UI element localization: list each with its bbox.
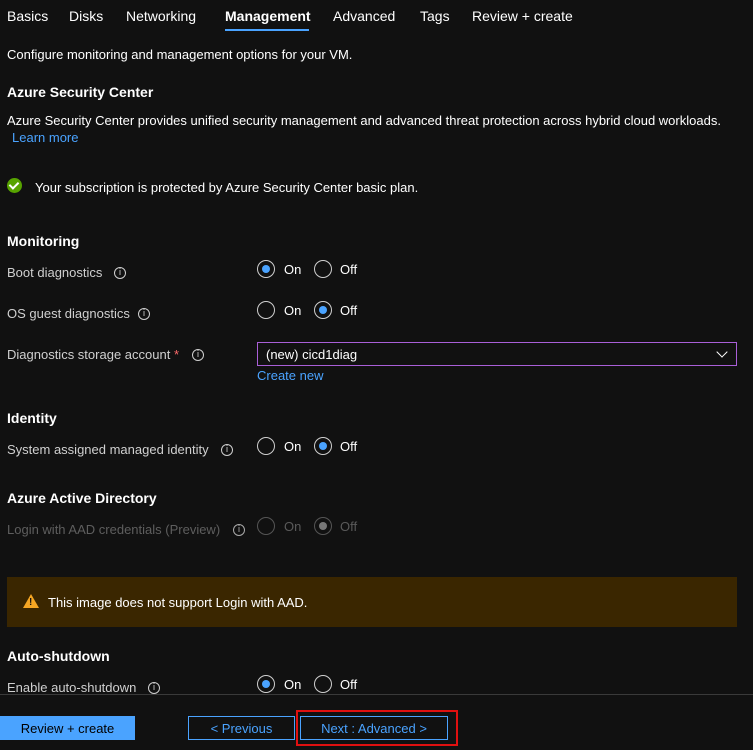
identity-on-radio[interactable]: [257, 437, 275, 455]
identity-on-label: On: [284, 439, 302, 454]
aad-off-radio: [314, 517, 332, 535]
security-status: Your subscription is protected by Azure …: [35, 180, 419, 195]
identity-off-label: Off: [340, 439, 358, 454]
os-guest-on-label: On: [284, 303, 302, 318]
os-guest-diagnostics-label: OS guest diagnostics: [7, 306, 130, 321]
create-new-link[interactable]: Create new: [257, 368, 323, 383]
storage-account-label-text: Diagnostics storage account: [7, 347, 171, 362]
tab-basics[interactable]: Basics: [7, 8, 48, 24]
warning-banner: ! This image does not support Login with…: [7, 577, 737, 627]
warning-icon: !: [23, 594, 39, 608]
auto-shutdown-label: Enable auto-shutdown: [7, 680, 137, 695]
tab-bar: Basics Disks Networking Management Advan…: [0, 0, 753, 34]
tab-advanced[interactable]: Advanced: [333, 8, 395, 24]
info-icon[interactable]: i: [233, 524, 245, 536]
storage-account-value: (new) cicd1diag: [266, 347, 358, 362]
aad-on-radio: [257, 517, 275, 535]
aad-login-label: Login with AAD credentials (Preview): [7, 522, 221, 537]
storage-account-label: Diagnostics storage account *: [7, 347, 179, 362]
tab-disks[interactable]: Disks: [69, 8, 103, 24]
auto-shutdown-on-label: On: [284, 677, 302, 692]
auto-shutdown-heading: Auto-shutdown: [7, 648, 110, 664]
success-check-icon: [7, 178, 22, 193]
identity-heading: Identity: [7, 410, 57, 426]
aad-heading: Azure Active Directory: [7, 490, 157, 506]
os-guest-off-radio[interactable]: [314, 301, 332, 319]
info-icon[interactable]: i: [148, 682, 160, 694]
aad-on-label: On: [284, 519, 302, 534]
previous-button[interactable]: < Previous: [188, 716, 295, 740]
required-asterisk: *: [173, 347, 179, 362]
identity-off-radio[interactable]: [314, 437, 332, 455]
boot-diagnostics-on-radio[interactable]: [257, 260, 275, 278]
boot-diagnostics-on-label: On: [284, 262, 302, 277]
os-guest-on-radio[interactable]: [257, 301, 275, 319]
tab-management[interactable]: Management: [225, 8, 311, 24]
boot-diagnostics-label: Boot diagnostics: [7, 265, 103, 280]
aad-off-label: Off: [340, 519, 358, 534]
warning-text: This image does not support Login with A…: [48, 595, 308, 610]
active-tab-indicator: [225, 29, 309, 31]
chevron-down-icon: [716, 346, 728, 358]
info-icon[interactable]: i: [192, 349, 204, 361]
security-heading: Azure Security Center: [7, 84, 154, 100]
auto-shutdown-on-radio[interactable]: [257, 675, 275, 693]
security-description: Azure Security Center provides unified s…: [7, 113, 721, 128]
review-create-button[interactable]: Review + create: [0, 716, 135, 740]
highlight-box: [296, 710, 458, 746]
tab-tags[interactable]: Tags: [420, 8, 450, 24]
system-identity-label: System assigned managed identity: [7, 442, 209, 457]
boot-diagnostics-off-radio[interactable]: [314, 260, 332, 278]
auto-shutdown-off-radio[interactable]: [314, 675, 332, 693]
info-icon[interactable]: i: [221, 444, 233, 456]
tab-networking[interactable]: Networking: [126, 8, 196, 24]
info-icon[interactable]: i: [138, 308, 150, 320]
tab-review-create[interactable]: Review + create: [472, 8, 573, 24]
info-icon[interactable]: i: [114, 267, 126, 279]
boot-diagnostics-off-label: Off: [340, 262, 358, 277]
auto-shutdown-off-label: Off: [340, 677, 358, 692]
storage-account-dropdown[interactable]: (new) cicd1diag: [257, 342, 737, 366]
os-guest-off-label: Off: [340, 303, 358, 318]
intro-text: Configure monitoring and management opti…: [7, 47, 353, 62]
monitoring-heading: Monitoring: [7, 233, 80, 249]
learn-more-link[interactable]: Learn more: [12, 130, 78, 145]
